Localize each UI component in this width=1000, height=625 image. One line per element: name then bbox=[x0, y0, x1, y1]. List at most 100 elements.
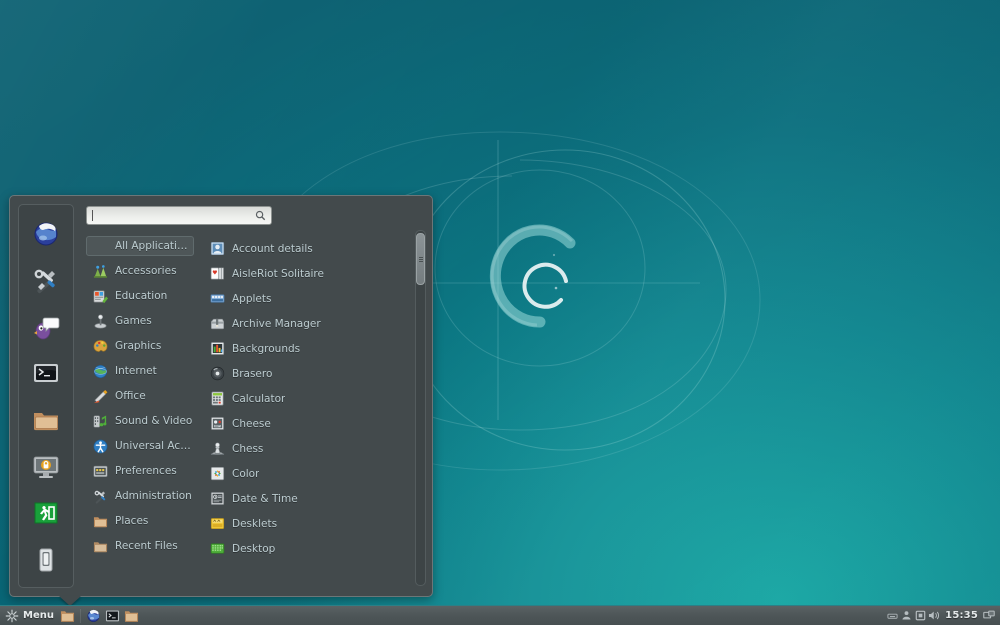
list-item[interactable]: Archive Manager bbox=[203, 311, 432, 336]
desktop-icon bbox=[209, 541, 225, 557]
taskbar-left-section: Menu bbox=[0, 607, 141, 624]
list-item[interactable]: Desktop bbox=[203, 536, 432, 561]
cinnamon-menu-icon bbox=[5, 609, 19, 622]
menu-application-list: Account details AisleRiot Solitaire Appl… bbox=[196, 236, 432, 596]
list-item[interactable]: Chess bbox=[203, 436, 432, 461]
search-input[interactable] bbox=[86, 206, 272, 225]
application-list-scrollbar[interactable] bbox=[415, 230, 426, 586]
calculator-icon bbox=[209, 391, 225, 407]
category-label: Administration bbox=[115, 490, 192, 502]
application-label: Chess bbox=[232, 442, 264, 455]
sidebar-item-all-applications[interactable]: All Applications bbox=[86, 236, 194, 256]
brasero-icon bbox=[209, 366, 225, 382]
sidebar-item-administration[interactable]: Administration bbox=[86, 486, 196, 506]
list-item[interactable]: Brasero bbox=[203, 361, 432, 386]
administration-icon bbox=[92, 488, 108, 504]
application-label: AisleRiot Solitaire bbox=[232, 267, 324, 280]
preferences-icon bbox=[92, 463, 108, 479]
list-item[interactable]: Account details bbox=[203, 236, 432, 261]
application-label: Applets bbox=[232, 292, 272, 305]
taskbar-panel: Menu 15:35 bbox=[0, 605, 1000, 625]
scrollbar-grip-line bbox=[418, 256, 423, 258]
chess-icon bbox=[209, 441, 225, 457]
education-icon bbox=[92, 288, 108, 304]
sidebar-item-places[interactable]: Places bbox=[86, 511, 196, 531]
accessories-icon bbox=[92, 263, 108, 279]
sidebar-item-games[interactable]: Games bbox=[86, 311, 196, 331]
scrollbar-thumb[interactable] bbox=[416, 233, 425, 285]
system-settings-icon[interactable] bbox=[24, 261, 68, 300]
launcher-files-icon[interactable] bbox=[58, 607, 77, 624]
taskbar-separator bbox=[79, 608, 81, 623]
sidebar-item-universal-access[interactable]: Universal Access bbox=[86, 436, 196, 456]
application-label: Date & Time bbox=[232, 492, 298, 505]
account-details-icon bbox=[209, 241, 225, 257]
file-manager-icon[interactable] bbox=[24, 401, 68, 440]
sidebar-item-internet[interactable]: Internet bbox=[86, 361, 196, 381]
chat-pidgin-icon[interactable] bbox=[24, 307, 68, 346]
category-label: Universal Access bbox=[115, 440, 196, 452]
shutdown-icon[interactable] bbox=[24, 540, 68, 579]
list-item[interactable]: AisleRiot Solitaire bbox=[203, 261, 432, 286]
all-applications-icon bbox=[92, 238, 108, 254]
color-icon bbox=[209, 466, 225, 482]
sidebar-item-accessories[interactable]: Accessories bbox=[86, 261, 196, 281]
sidebar-item-preferences[interactable]: Preferences bbox=[86, 461, 196, 481]
recent-files-folder-icon bbox=[92, 538, 108, 554]
sidebar-item-recent-files[interactable]: Recent Files bbox=[86, 536, 196, 556]
list-item[interactable]: Calculator bbox=[203, 386, 432, 411]
category-label: Sound & Video bbox=[115, 415, 193, 427]
workspace-switcher-icon[interactable] bbox=[982, 607, 996, 624]
internet-icon bbox=[92, 363, 108, 379]
list-item[interactable]: Color bbox=[203, 461, 432, 486]
web-browser-icon[interactable] bbox=[24, 214, 68, 253]
launcher-folder-icon[interactable] bbox=[122, 607, 141, 624]
cinnamon-application-menu[interactable]: All Applications Accessories Education G… bbox=[9, 195, 433, 597]
application-label: Account details bbox=[232, 242, 313, 255]
scrollbar-grip-line bbox=[418, 258, 423, 260]
application-label: Archive Manager bbox=[232, 317, 321, 330]
category-label: Education bbox=[115, 290, 168, 302]
desklets-icon bbox=[209, 516, 225, 532]
sidebar-item-office[interactable]: Office bbox=[86, 386, 196, 406]
list-item[interactable]: Applets bbox=[203, 286, 432, 311]
date-time-icon bbox=[209, 491, 225, 507]
category-label: Office bbox=[115, 390, 146, 402]
sidebar-item-graphics[interactable]: Graphics bbox=[86, 336, 196, 356]
list-item[interactable]: Date & Time bbox=[203, 486, 432, 511]
list-item[interactable]: Desklets bbox=[203, 511, 432, 536]
terminal-icon[interactable] bbox=[24, 354, 68, 393]
category-label: Graphics bbox=[115, 340, 162, 352]
list-item[interactable]: Cheese bbox=[203, 411, 432, 436]
universal-access-icon bbox=[92, 438, 108, 454]
list-item[interactable]: Backgrounds bbox=[203, 336, 432, 361]
application-label: Desktop bbox=[232, 542, 276, 555]
menu-search-row bbox=[86, 206, 432, 225]
category-label: Places bbox=[115, 515, 149, 527]
sidebar-item-education[interactable]: Education bbox=[86, 286, 196, 306]
logout-icon[interactable] bbox=[24, 494, 68, 533]
system-tray: 15:35 bbox=[885, 607, 1000, 624]
backgrounds-icon bbox=[209, 341, 225, 357]
menu-button-label: Menu bbox=[23, 610, 54, 621]
user-account-icon[interactable] bbox=[899, 607, 913, 624]
archive-manager-icon bbox=[209, 316, 225, 332]
lock-screen-icon[interactable] bbox=[24, 447, 68, 486]
category-label: All Applications bbox=[115, 240, 193, 252]
search-caret bbox=[92, 210, 93, 221]
category-label: Games bbox=[115, 315, 152, 327]
removable-drive-icon[interactable] bbox=[913, 607, 927, 624]
office-icon bbox=[92, 388, 108, 404]
menu-favorites-sidebar bbox=[18, 204, 74, 588]
keyboard-layout-icon[interactable] bbox=[885, 607, 899, 624]
menu-category-list: All Applications Accessories Education G… bbox=[86, 236, 196, 596]
menu-main-column: All Applications Accessories Education G… bbox=[74, 196, 432, 596]
clock[interactable]: 15:35 bbox=[945, 610, 978, 621]
launcher-browser-icon[interactable] bbox=[84, 607, 103, 624]
volume-icon[interactable] bbox=[927, 607, 941, 624]
menu-button[interactable]: Menu bbox=[3, 607, 58, 624]
category-label: Internet bbox=[115, 365, 157, 377]
sidebar-item-sound-video[interactable]: Sound & Video bbox=[86, 411, 196, 431]
launcher-terminal-icon[interactable] bbox=[103, 607, 122, 624]
places-folder-icon bbox=[92, 513, 108, 529]
